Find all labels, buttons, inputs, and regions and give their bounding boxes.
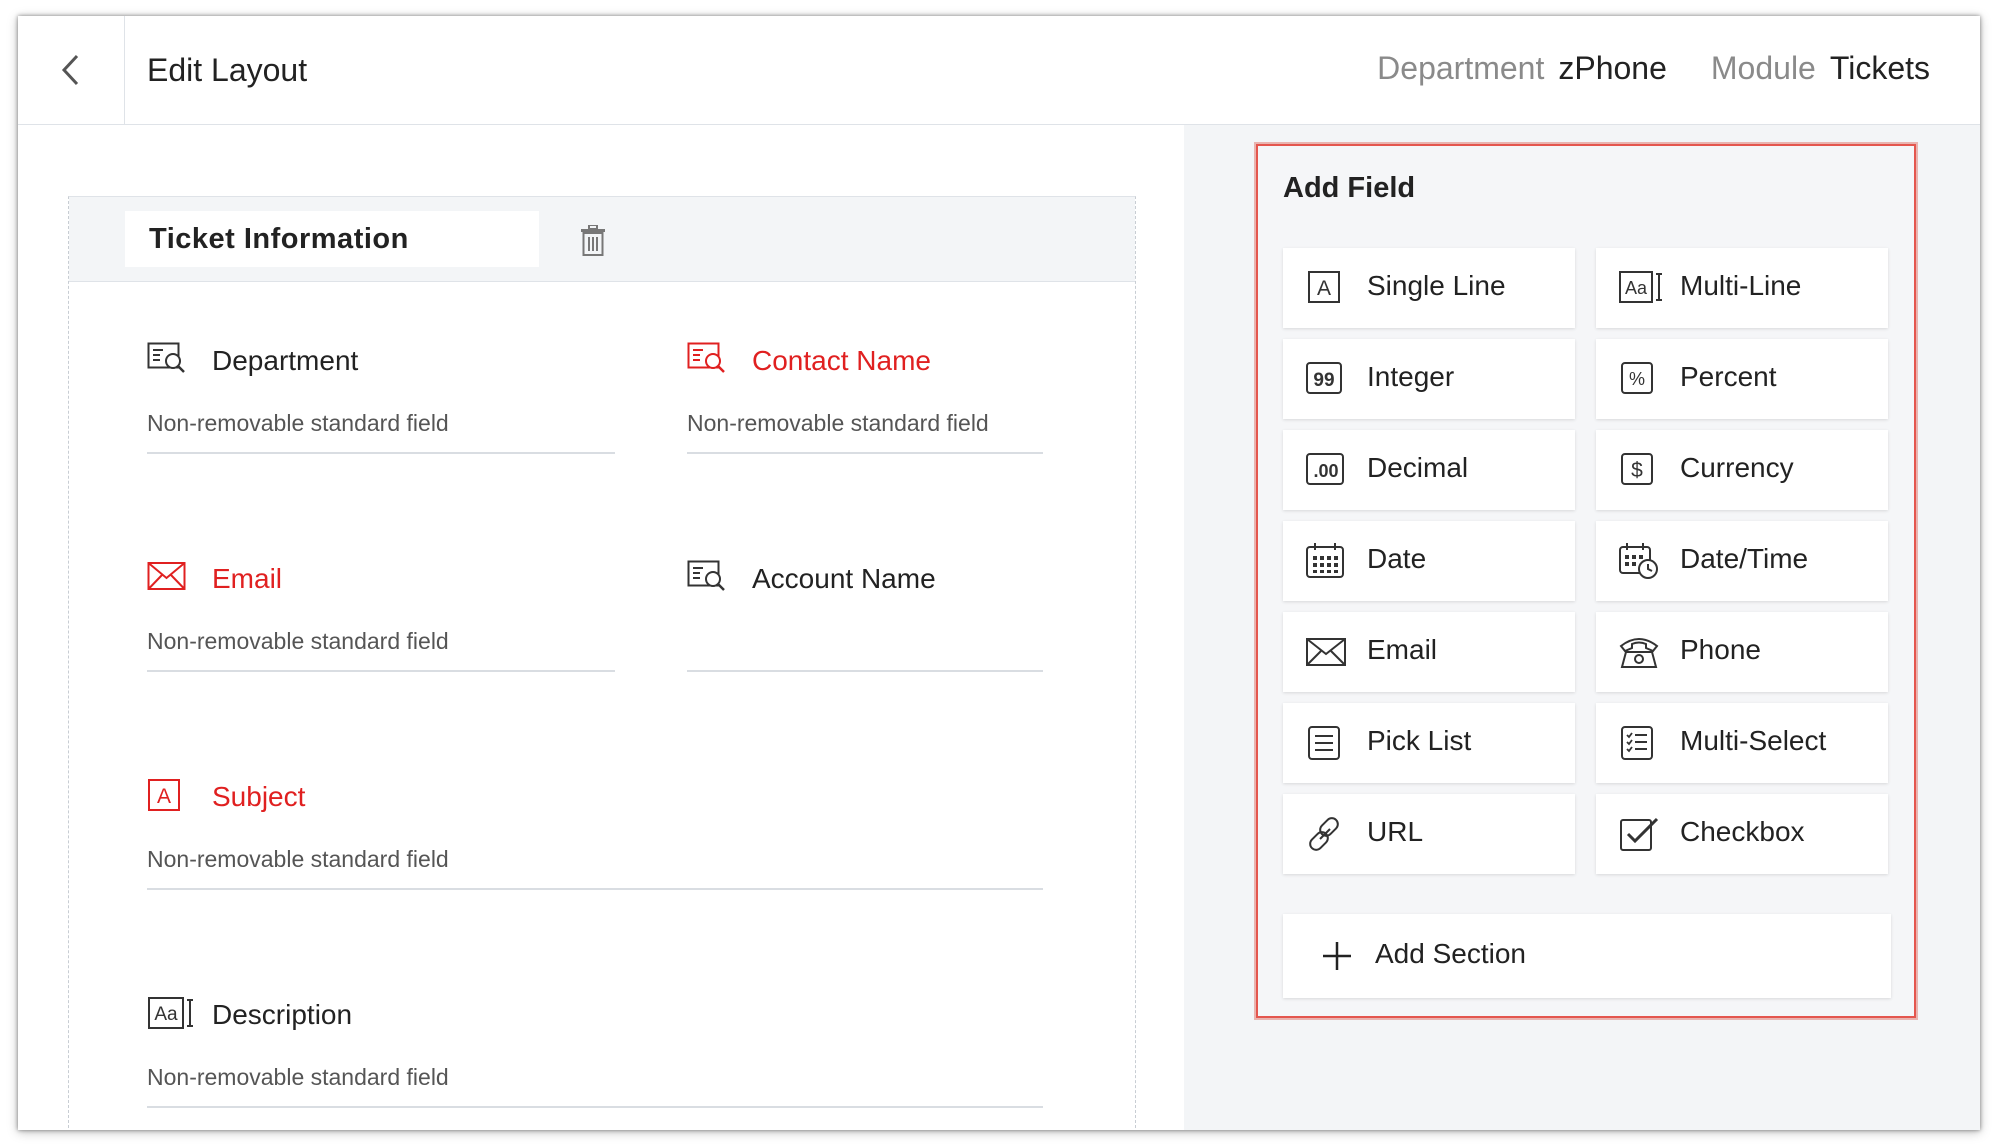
lookup-icon (687, 342, 727, 378)
email-icon (1305, 632, 1346, 672)
delete-section-button[interactable] (579, 225, 607, 257)
tile-decimal[interactable]: .00 Decimal (1283, 430, 1575, 510)
svg-text:99: 99 (1313, 370, 1334, 391)
department-value: zPhone (1558, 50, 1667, 86)
tile-currency[interactable]: $ Currency (1596, 430, 1888, 510)
tile-label: Percent (1680, 361, 1777, 392)
field-subject[interactable]: A Subject Non-removable standard field (147, 778, 1043, 890)
trash-icon (581, 225, 605, 256)
back-button[interactable] (18, 16, 125, 124)
field-note: Non-removable standard field (687, 410, 989, 436)
tile-label: Phone (1680, 634, 1761, 665)
layout-context: Department zPhone Module Tickets (1377, 50, 1930, 87)
multi-line-icon: Aa (1618, 268, 1662, 308)
module-label: Module (1710, 50, 1816, 86)
email-icon (147, 560, 187, 596)
multi-select-icon (1618, 723, 1658, 763)
tile-label: Email (1367, 634, 1438, 665)
layout-section: Ticket Information Department Non-remova… (68, 196, 1136, 1130)
lookup-icon (147, 342, 187, 378)
tile-label: Multi-Line (1680, 270, 1802, 301)
tile-label: URL (1367, 816, 1424, 847)
tile-label: Checkbox (1680, 816, 1805, 847)
section-header: Ticket Information (69, 197, 1135, 282)
tile-single-line[interactable]: A Single Line (1283, 248, 1575, 328)
add-section-label: Add Section (1375, 938, 1526, 969)
link-icon (1305, 814, 1345, 854)
pick-list-icon (1305, 723, 1345, 763)
tile-multi-line[interactable]: Aa Multi-Line (1596, 248, 1888, 328)
field-note: Non-removable standard field (147, 1064, 449, 1090)
svg-text:.00: .00 (1313, 461, 1338, 481)
integer-icon: 99 (1305, 359, 1345, 399)
field-note: Non-removable standard field (147, 628, 449, 654)
tile-label: Decimal (1367, 452, 1469, 483)
tile-date-time[interactable]: Date/Time (1596, 521, 1888, 601)
svg-text:Aa: Aa (1625, 278, 1648, 298)
single-line-icon: A (147, 778, 187, 814)
page-title: Edit Layout (147, 52, 308, 88)
field-note: Non-removable standard field (147, 410, 449, 436)
field-label: Description (212, 999, 353, 1030)
panel-title: Add Field (1283, 172, 1416, 204)
tile-date[interactable]: Date (1283, 521, 1575, 601)
section-name-input[interactable]: Ticket Information (125, 211, 539, 267)
phone-icon (1618, 632, 1659, 672)
svg-text:Aa: Aa (154, 1004, 178, 1025)
tile-multi-select[interactable]: Multi-Select (1596, 703, 1888, 783)
field-label: Account Name (752, 563, 936, 594)
tile-phone[interactable]: Phone (1596, 612, 1888, 692)
plus-icon (1321, 940, 1353, 972)
tile-email[interactable]: Email (1283, 612, 1575, 692)
field-note: Non-removable standard field (147, 846, 449, 872)
lookup-icon (687, 560, 727, 596)
svg-text:A: A (1317, 277, 1331, 300)
field-label: Department (212, 345, 359, 376)
module-value: Tickets (1829, 50, 1930, 86)
svg-text:%: % (1629, 369, 1645, 389)
tile-label: Single Line (1367, 270, 1506, 301)
tile-integer[interactable]: 99 Integer (1283, 339, 1575, 419)
field-description[interactable]: Aa Description Non-removable standard fi… (147, 996, 1043, 1108)
field-label: Email (212, 563, 283, 594)
multi-line-icon: Aa (147, 996, 193, 1032)
field-contact-name[interactable]: Contact Name Non-removable standard fiel… (687, 342, 1043, 454)
single-line-icon: A (1305, 268, 1345, 308)
tile-checkbox[interactable]: Checkbox (1596, 794, 1888, 874)
tile-label: Pick List (1367, 725, 1472, 756)
tile-label: Multi-Select (1680, 725, 1827, 756)
tile-url[interactable]: URL (1283, 794, 1575, 874)
add-field-panel: Add Field A Single Line Aa Multi-Line 99… (1256, 144, 1916, 1018)
tile-percent[interactable]: % Percent (1596, 339, 1888, 419)
tile-label: Date (1367, 543, 1427, 574)
field-label: Contact Name (752, 345, 931, 376)
tile-label: Integer (1367, 361, 1455, 392)
percent-icon: % (1618, 359, 1658, 399)
calendar-clock-icon (1618, 541, 1658, 581)
chevron-left-icon (61, 54, 79, 86)
field-email[interactable]: Email Non-removable standard field (147, 560, 615, 672)
app-window: Edit Layout Department zPhone Module Tic… (18, 16, 1980, 1130)
add-section-button[interactable]: Add Section (1283, 914, 1891, 998)
svg-text:A: A (157, 785, 171, 808)
tile-label: Date/Time (1680, 543, 1809, 574)
field-account-name[interactable]: Account Name (687, 560, 1043, 672)
department-label: Department (1377, 50, 1545, 86)
tile-label: Currency (1680, 452, 1794, 483)
calendar-icon (1305, 541, 1345, 581)
field-department[interactable]: Department Non-removable standard field (147, 342, 615, 454)
checkbox-icon (1618, 814, 1659, 854)
tile-pick-list[interactable]: Pick List (1283, 703, 1575, 783)
top-header: Edit Layout Department zPhone Module Tic… (18, 16, 1980, 125)
svg-text:$: $ (1631, 459, 1643, 482)
currency-icon: $ (1618, 450, 1658, 490)
decimal-icon: .00 (1305, 450, 1345, 490)
field-label: Subject (212, 781, 306, 812)
